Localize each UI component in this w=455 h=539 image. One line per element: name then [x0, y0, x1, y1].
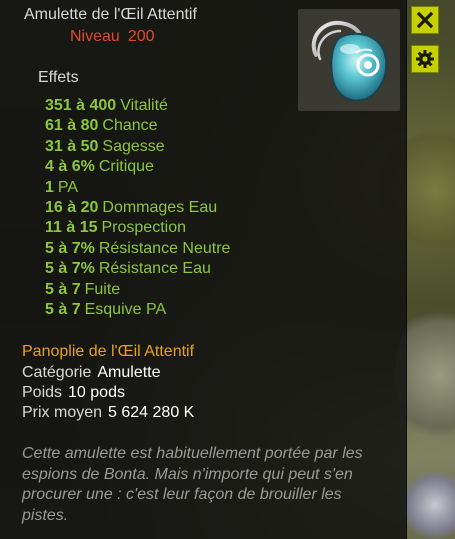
effect-label: Esquive PA	[84, 300, 167, 318]
game-scene: Amulette de l'Œil Attentif Niveau 200 Eff…	[0, 0, 455, 539]
item-name: Amulette de l'Œil Attentif	[24, 6, 197, 23]
price-row: Prix moyen 5 624 280 K	[22, 404, 194, 422]
item-level: Niveau 200	[70, 28, 163, 46]
settings-button[interactable]	[411, 45, 439, 73]
price-label: Prix moyen	[22, 404, 103, 421]
effect-row: 61 à 80 Chance	[45, 116, 230, 136]
effect-label: Fuite	[84, 280, 121, 298]
weight-row: Poids 10 pods	[22, 384, 125, 402]
effect-value: 5 à 7%	[45, 239, 95, 257]
effect-label: Résistance Neutre	[98, 239, 231, 257]
gear-icon	[416, 50, 434, 68]
effect-value: 61 à 80	[45, 117, 99, 135]
effect-row: 5 à 7 Esquive PA	[45, 300, 230, 320]
effects-list: 351 à 400 Vitalité 61 à 80 Chance 31 à 50 S…	[45, 96, 230, 320]
item-icon-frame	[298, 9, 400, 111]
effect-row: 5 à 7 Fuite	[45, 280, 230, 300]
effect-label: Sagesse	[102, 137, 165, 155]
effect-value: 5 à 7%	[45, 260, 95, 278]
level-value: 200	[127, 28, 155, 45]
effect-label: Critique	[98, 158, 154, 176]
close-button[interactable]	[411, 6, 439, 34]
effect-value: 31 à 50	[45, 137, 99, 155]
item-description: Cette amulette est habituellement portée…	[22, 445, 363, 524]
amulet-eye-icon	[311, 20, 388, 102]
weight-value: 10 pods	[68, 384, 125, 401]
category-row: Catégorie Amulette	[22, 364, 161, 382]
effect-row: 16 à 20 Dommages Eau	[45, 198, 230, 218]
set-link[interactable]: Panoplie de l'Œil Attentif	[22, 343, 194, 361]
effect-value: 5 à 7	[45, 280, 81, 298]
level-label: Niveau	[70, 28, 120, 45]
effect-row: 5 à 7% Résistance Eau	[45, 259, 230, 279]
effect-label: Vitalité	[120, 97, 168, 114]
close-icon	[416, 11, 434, 29]
effect-value: 11 à 15	[45, 219, 98, 237]
effect-row: 351 à 400 Vitalité	[45, 96, 230, 116]
effect-label: Résistance Eau	[98, 260, 211, 278]
effect-label: Prospection	[101, 219, 187, 237]
effect-label: Dommages Eau	[102, 198, 218, 216]
price-value: 5 624 280 K	[108, 404, 195, 421]
effect-row: 31 à 50 Sagesse	[45, 137, 230, 157]
background-pot	[400, 470, 455, 539]
effect-value: 351 à 400	[45, 97, 117, 114]
effect-value: 16 à 20	[45, 198, 99, 216]
effect-label: Chance	[102, 117, 158, 135]
effect-row: 1 PA	[45, 178, 230, 198]
effect-row: 4 à 6% Critique	[45, 157, 230, 177]
effect-value: 1	[45, 178, 54, 196]
effect-row: 11 à 15 Prospection	[45, 218, 230, 238]
effect-row: 5 à 7% Résistance Neutre	[45, 239, 230, 259]
item-tooltip: Amulette de l'Œil Attentif Niveau 200 Eff…	[0, 0, 407, 539]
category-value: Amulette	[97, 364, 161, 381]
effects-heading: Effets	[38, 69, 79, 86]
category-label: Catégorie	[22, 364, 92, 381]
effect-value: 4 à 6%	[45, 158, 95, 176]
weight-label: Poids	[22, 384, 63, 401]
effect-value: 5 à 7	[45, 300, 81, 318]
effect-label: PA	[57, 178, 79, 196]
